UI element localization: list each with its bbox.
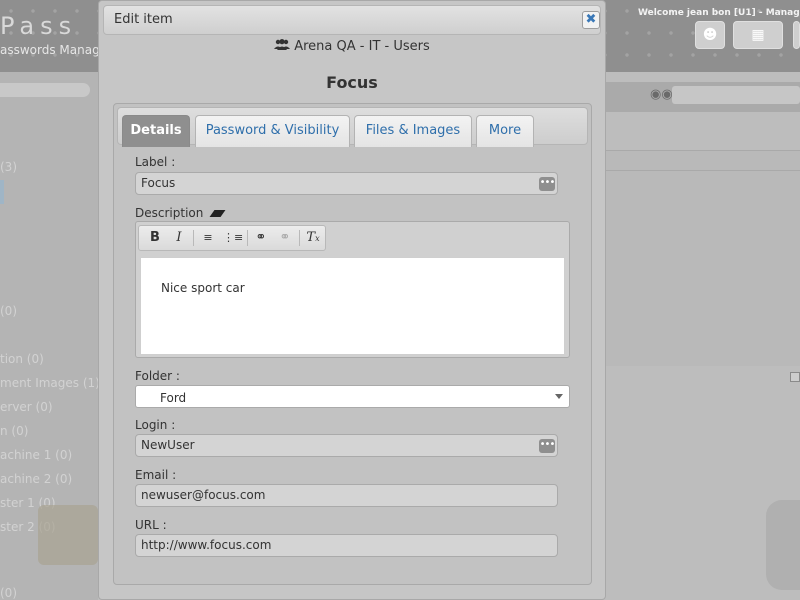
italic-icon[interactable]: I — [169, 229, 189, 247]
map-icon: ▦ — [751, 27, 765, 43]
toolbar-separator — [299, 230, 300, 246]
editor-toolbar: B I ≡ ⋮≡ ⚭ ⚭ Tx — [138, 225, 326, 251]
more-dots-icon: ••• — [539, 177, 556, 188]
welcome-text: Welcome jean bon [U1] - Manager — [638, 8, 800, 18]
folder-path: Arena QA - IT - Users — [99, 39, 605, 54]
item-details-box — [606, 150, 800, 366]
tree-item[interactable]: (0) — [0, 304, 17, 318]
login-more-button[interactable]: ••• — [539, 439, 555, 453]
header-extra-button[interactable] — [793, 21, 800, 49]
tree-item[interactable]: (0) — [0, 586, 17, 600]
dialog-title: Edit item — [114, 12, 173, 27]
bullet-list-icon[interactable]: ⋮≡ — [223, 229, 243, 247]
tab-details[interactable]: Details — [122, 115, 190, 147]
tree-item[interactable]: ment Images (1) — [0, 376, 100, 390]
item-name: Focus — [326, 73, 378, 92]
description-editor: B I ≡ ⋮≡ ⚭ ⚭ Tx Nice sport car — [135, 221, 570, 358]
tree-selected-marker — [0, 180, 4, 204]
folder-illustration-icon — [38, 505, 98, 565]
more-dots-icon: ••• — [539, 439, 556, 450]
link-icon[interactable]: ⚭ — [251, 229, 271, 247]
folder-select-value: Ford — [160, 391, 187, 405]
details-checkbox[interactable] — [790, 372, 800, 382]
tabs-bar: Details Password & Visibility Files & Im… — [117, 107, 588, 147]
login-input[interactable]: NewUser — [135, 434, 558, 457]
url-label: URL : — [135, 518, 167, 532]
details-divider — [606, 170, 800, 171]
email-input[interactable]: newuser@focus.com — [135, 484, 558, 507]
login-label: Login : — [135, 418, 176, 432]
chevron-down-icon — [555, 394, 563, 399]
toolbar-separator — [247, 230, 248, 246]
tree-item[interactable]: tion (0) — [0, 352, 44, 366]
tree-item[interactable]: achine 2 (0) — [0, 472, 72, 486]
bold-icon[interactable]: B — [145, 229, 165, 247]
tree-item[interactable]: achine 1 (0) — [0, 448, 72, 462]
unlink-icon[interactable]: ⚭ — [275, 229, 295, 247]
tree-item[interactable]: erver (0) — [0, 400, 53, 414]
label-input[interactable]: Focus — [135, 172, 558, 195]
numbered-list-icon[interactable]: ≡ — [198, 229, 218, 247]
folder-label: Folder : — [135, 369, 180, 383]
toolbar-separator — [193, 230, 194, 246]
item-search-input[interactable] — [672, 86, 800, 104]
tab-password-visibility[interactable]: Password & Visibility — [195, 115, 350, 147]
email-label: Email : — [135, 468, 177, 482]
close-button[interactable]: ✖ — [582, 11, 600, 29]
description-label-text: Description — [135, 206, 204, 220]
label-more-button[interactable]: ••• — [539, 177, 555, 191]
app-tagline: asswords Manage — [0, 43, 108, 57]
app-logo: Pass — [0, 12, 78, 40]
tree-item[interactable]: (3) — [0, 160, 17, 174]
tab-more[interactable]: More — [476, 115, 534, 147]
map-button[interactable]: ▦ — [733, 21, 783, 49]
tree-item[interactable]: n (0) — [0, 424, 28, 438]
user-icon: ☻ — [702, 27, 718, 43]
lock-illustration-icon — [766, 500, 800, 590]
tab-files-images[interactable]: Files & Images — [354, 115, 472, 147]
description-label: Description — [135, 206, 226, 220]
users-icon — [274, 39, 291, 54]
description-text-area[interactable]: Nice sport car — [140, 257, 565, 355]
folder-path-text: Arena QA - IT - Users — [294, 39, 430, 54]
label-field-label: Label : — [135, 155, 176, 169]
user-avatar-button[interactable]: ☻ — [695, 21, 725, 49]
tree-search-input[interactable] — [0, 83, 90, 97]
close-icon: ✖ — [585, 12, 597, 27]
url-input[interactable]: http://www.focus.com — [135, 534, 558, 557]
dialog-titlebar[interactable]: Edit item ✖ — [103, 5, 601, 35]
folder-select[interactable]: Ford — [135, 385, 570, 408]
remove-format-icon[interactable]: Tx — [303, 229, 323, 247]
binoculars-icon: ◉◉ — [650, 87, 673, 102]
